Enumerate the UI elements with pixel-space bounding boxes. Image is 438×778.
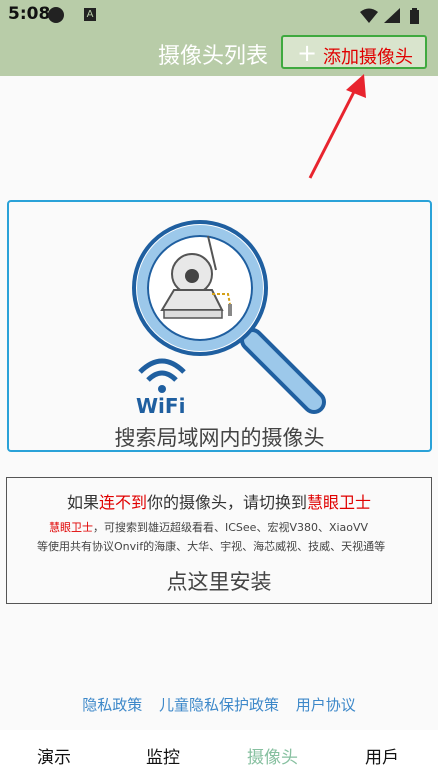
tab-camera[interactable]: 摄像头 [247,743,298,768]
wifi-logo-text: WiFi [136,394,185,418]
magnifier-camera-icon: WiFi [132,220,326,418]
wifi-logo-icon [138,358,186,393]
install-detail-text1: ，可搜索到雄迈超级看看、ICSee、宏视V380、XiaoVV [93,521,369,534]
wifi-icon [360,8,378,23]
signal-icon [384,8,400,23]
add-camera-label: 添加摄像头 [323,47,413,68]
plus-icon: + [297,39,318,67]
user-agreement-link[interactable]: 用户协议 [296,696,356,714]
install-message: 如果连不到你的摄像头，请切换到慧眼卫士 [7,489,431,513]
install-message-middle: 你的摄像头，请切换到 [147,493,308,512]
red-arrow-icon [308,74,366,179]
search-lan-label: 搜索局域网内的摄像头 [114,426,325,450]
notification-dot-icon [48,7,64,23]
install-message-prefix: 如果 [66,493,99,512]
footer-links: 隐私政策 儿童隐私保护政策 用户协议 [0,694,438,715]
status-time: 5:08 [8,4,51,24]
tab-user[interactable]: 用戶 [365,743,399,768]
tab-monitor[interactable]: 监控 [146,743,180,768]
install-message-highlight: 连不到 [98,493,147,512]
install-detail-app: 慧眼卫士 [49,521,93,534]
notification-letter-icon: A [84,8,96,21]
install-detail-line1: 慧眼卫士，可搜索到雄迈超级看看、ICSee、宏视V380、XiaoVV [49,519,368,535]
install-detail-line2: 等使用共有协议Onvif的海康、大华、宇视、海芯威视、技威、天视通等 [37,540,386,553]
add-camera-button[interactable]: + 添加摄像头 [281,35,427,69]
privacy-policy-link[interactable]: 隐私政策 [82,696,142,714]
status-bar: 5:08 A [0,0,438,30]
search-lan-card[interactable]: WiFi 搜索局域网内的摄像头 [7,200,432,452]
install-app-card[interactable]: 如果连不到你的摄像头，请切换到慧眼卫士 慧眼卫士，可搜索到雄迈超级看看、ICSe… [6,477,432,604]
status-right-icons [358,6,428,30]
page-title: 摄像头列表 [158,44,269,69]
install-button[interactable]: 点这里安装 [7,566,431,596]
tab-demo[interactable]: 演示 [37,743,71,768]
child-privacy-policy-link[interactable]: 儿童隐私保护政策 [159,696,279,714]
battery-icon [410,8,419,24]
install-message-app: 慧眼卫士 [307,493,372,512]
bottom-tab-bar: 演示 监控 摄像头 用戶 [0,730,438,778]
